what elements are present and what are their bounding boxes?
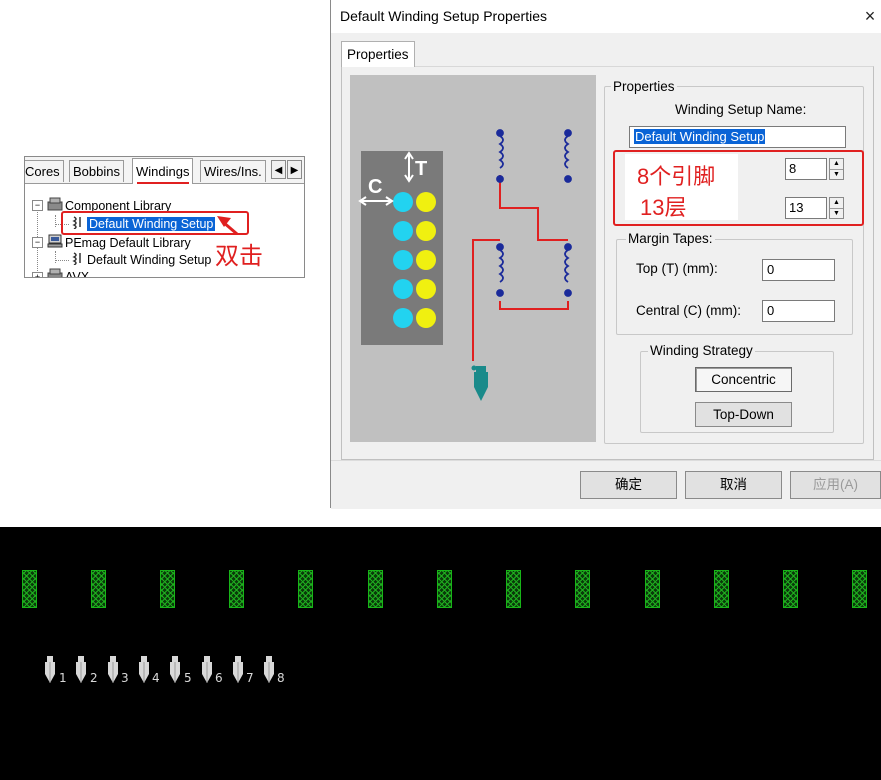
central-margin-input[interactable]: 0 — [762, 300, 835, 322]
tree-node-label: Default Winding Setup — [87, 252, 212, 267]
margin-tapes-label: Margin Tapes: — [626, 231, 715, 246]
pin-layout-view: 1 2 3 4 5 6 7 8 — [0, 527, 881, 780]
pin-pad — [160, 570, 175, 608]
library-icon — [47, 268, 63, 277]
tab-wires-ins[interactable]: Wires/Ins. — [200, 160, 266, 182]
pin-label: 1 — [59, 671, 67, 685]
double-click-annotation: 双击 — [215, 243, 263, 270]
pin-icon — [170, 656, 181, 683]
pin-pad — [575, 570, 590, 608]
cancel-button[interactable]: 取消 — [685, 471, 782, 499]
collapse-toggle[interactable]: − — [32, 237, 43, 248]
top-margin-label: Top (T) (mm): — [636, 261, 718, 276]
pin-label: 6 — [215, 671, 223, 685]
coil-icon — [496, 129, 504, 183]
pin-pad — [22, 570, 37, 608]
tab-cores[interactable]: Cores — [25, 160, 64, 182]
tree-node-avx[interactable]: AVX — [47, 268, 90, 278]
windings-underline-annotation — [137, 182, 189, 184]
pin-icon — [45, 656, 55, 683]
pin-pad — [852, 570, 867, 608]
properties-group-label: Properties — [611, 79, 677, 94]
pin-pad — [506, 570, 521, 608]
tree-node-default-winding-setup[interactable]: Default Winding Setup — [71, 251, 211, 268]
coil-icon — [564, 243, 572, 297]
diagram-label-t: T — [415, 158, 427, 180]
pin-label: 8 — [277, 671, 285, 685]
pin-icon — [201, 656, 212, 683]
expand-toggle[interactable]: + — [32, 272, 43, 277]
pin-label: 2 — [90, 671, 98, 685]
dialog-title: Default Winding Setup Properties — [340, 8, 547, 24]
tab-bobbins[interactable]: Bobbins — [69, 160, 124, 182]
top-down-button[interactable]: Top-Down — [695, 402, 792, 427]
title-bar: Default Winding Setup Properties × — [331, 0, 881, 33]
pin-icon — [232, 656, 243, 683]
close-button[interactable]: × — [858, 4, 881, 28]
diagram-label-c: C — [368, 176, 382, 198]
tree-node-label: AVX — [65, 269, 90, 278]
pin-icon — [138, 656, 149, 683]
apply-button[interactable]: 应用(A) — [790, 471, 881, 499]
winding-setup-name-value: Default Winding Setup — [634, 129, 766, 144]
tab-properties[interactable]: Properties — [341, 41, 415, 67]
pin-label: 3 — [121, 671, 129, 685]
winding-diagram-graphic: T C — [358, 129, 572, 401]
winding-setup-name-input[interactable]: Default Winding Setup — [629, 126, 846, 148]
winding-diagram: T C — [350, 75, 596, 442]
pin-label: 4 — [152, 671, 160, 685]
pin-pad — [437, 570, 452, 608]
pin-label: 7 — [246, 671, 254, 685]
pin-pad — [714, 570, 729, 608]
top-margin-input[interactable]: 0 — [762, 259, 835, 281]
concentric-button[interactable]: Concentric — [695, 367, 792, 392]
pin-icon — [107, 656, 118, 683]
tab-scroll-right-button[interactable]: ▶ — [287, 160, 302, 179]
tree-node-pemag-default-library[interactable]: PEmag Default Library — [47, 234, 191, 251]
tab-windings[interactable]: Windings — [132, 158, 194, 184]
pin-pad — [91, 570, 106, 608]
lead-wire — [472, 239, 500, 361]
lead-wire — [499, 175, 568, 241]
pins-layers-highlight-annotation — [613, 150, 864, 226]
pin-pad — [298, 570, 313, 608]
tree-line — [55, 260, 69, 262]
pin-icon — [264, 656, 275, 683]
computer-icon — [47, 234, 63, 253]
pin-pad — [368, 570, 383, 608]
winding-strategy-label: Winding Strategy — [648, 343, 755, 358]
pin-pad — [229, 570, 244, 608]
winding-setup-name-label: Winding Setup Name: — [675, 102, 807, 117]
pin-pad — [783, 570, 798, 608]
pin-pad — [645, 570, 660, 608]
coil-icon — [564, 129, 572, 183]
collapse-toggle[interactable]: − — [32, 200, 43, 211]
lead-wire — [499, 301, 569, 310]
pin-label: 5 — [184, 671, 192, 685]
tree-node-label: PEmag Default Library — [65, 235, 191, 250]
tab-scroll-left-button[interactable]: ◀ — [271, 160, 286, 179]
ok-button[interactable]: 确定 — [580, 471, 677, 499]
coil-icon — [496, 243, 504, 297]
library-tabs: Cores Bobbins Windings Wires/Ins. ◀ ▶ — [25, 157, 304, 184]
central-margin-label: Central (C) (mm): — [636, 303, 741, 318]
pin-icon — [76, 656, 87, 683]
pin-connector-icon — [471, 365, 488, 401]
